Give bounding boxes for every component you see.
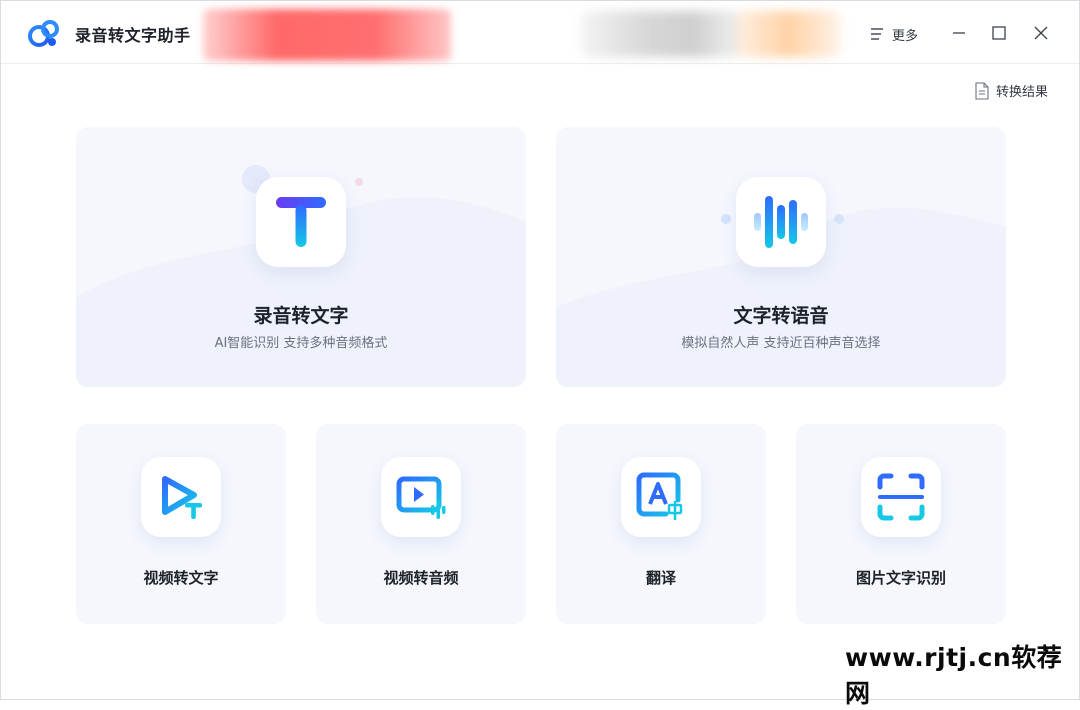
conversion-results-label: 转换结果 (996, 85, 1049, 100)
close-button[interactable] (1029, 21, 1053, 45)
card-image-ocr[interactable]: 图片文字识别 (796, 424, 1006, 624)
app-window: 录音转文字助手 更多 转换结果 录音转文字 AI智能识别 支持多种音频格式 文字… (0, 0, 1080, 700)
app-logo-icon (28, 20, 59, 47)
scan-ocr-icon (861, 457, 941, 537)
translate-icon (621, 457, 701, 537)
text-t-icon (256, 177, 346, 267)
blurred-region (203, 9, 451, 61)
close-icon (1034, 26, 1048, 40)
card-title: 视频转文字 (143, 569, 219, 587)
card-title: 文字转语音 (733, 305, 829, 327)
card-description: 模拟自然人声 支持近百种声音选择 (681, 336, 881, 351)
card-title: 视频转音频 (383, 569, 459, 587)
soundwave-icon (736, 177, 826, 267)
title-bar[interactable]: 录音转文字助手 更多 (1, 1, 1079, 64)
maximize-icon (992, 26, 1006, 40)
app-title: 录音转文字助手 (75, 26, 191, 45)
conversion-results-link[interactable]: 转换结果 (974, 81, 1048, 100)
card-translate[interactable]: 翻译 (556, 424, 766, 624)
document-icon (975, 81, 989, 100)
menu-lines-icon (871, 28, 883, 40)
card-title: 录音转文字 (253, 305, 349, 327)
card-description: AI智能识别 支持多种音频格式 (214, 336, 388, 351)
blurred-region (736, 11, 841, 57)
minimize-icon (953, 32, 965, 34)
card-title: 图片文字识别 (855, 569, 946, 587)
more-menu-button[interactable]: 更多 (869, 23, 918, 45)
card-text-to-speech[interactable]: 文字转语音 模拟自然人声 支持近百种声音选择 (556, 127, 1006, 387)
more-label: 更多 (892, 28, 919, 44)
watermark-text: www.rjtj.cn软荐网 (845, 643, 1063, 708)
maximize-button[interactable] (987, 21, 1011, 45)
video-to-audio-icon (381, 457, 461, 537)
card-audio-to-text[interactable]: 录音转文字 AI智能识别 支持多种音频格式 (76, 127, 526, 387)
card-video-to-text[interactable]: 视频转文字 (76, 424, 286, 624)
video-to-text-icon (141, 457, 221, 537)
blurred-region (581, 11, 741, 57)
card-title: 翻译 (645, 569, 676, 587)
minimize-button[interactable] (947, 21, 971, 45)
card-video-to-audio[interactable]: 视频转音频 (316, 424, 526, 624)
